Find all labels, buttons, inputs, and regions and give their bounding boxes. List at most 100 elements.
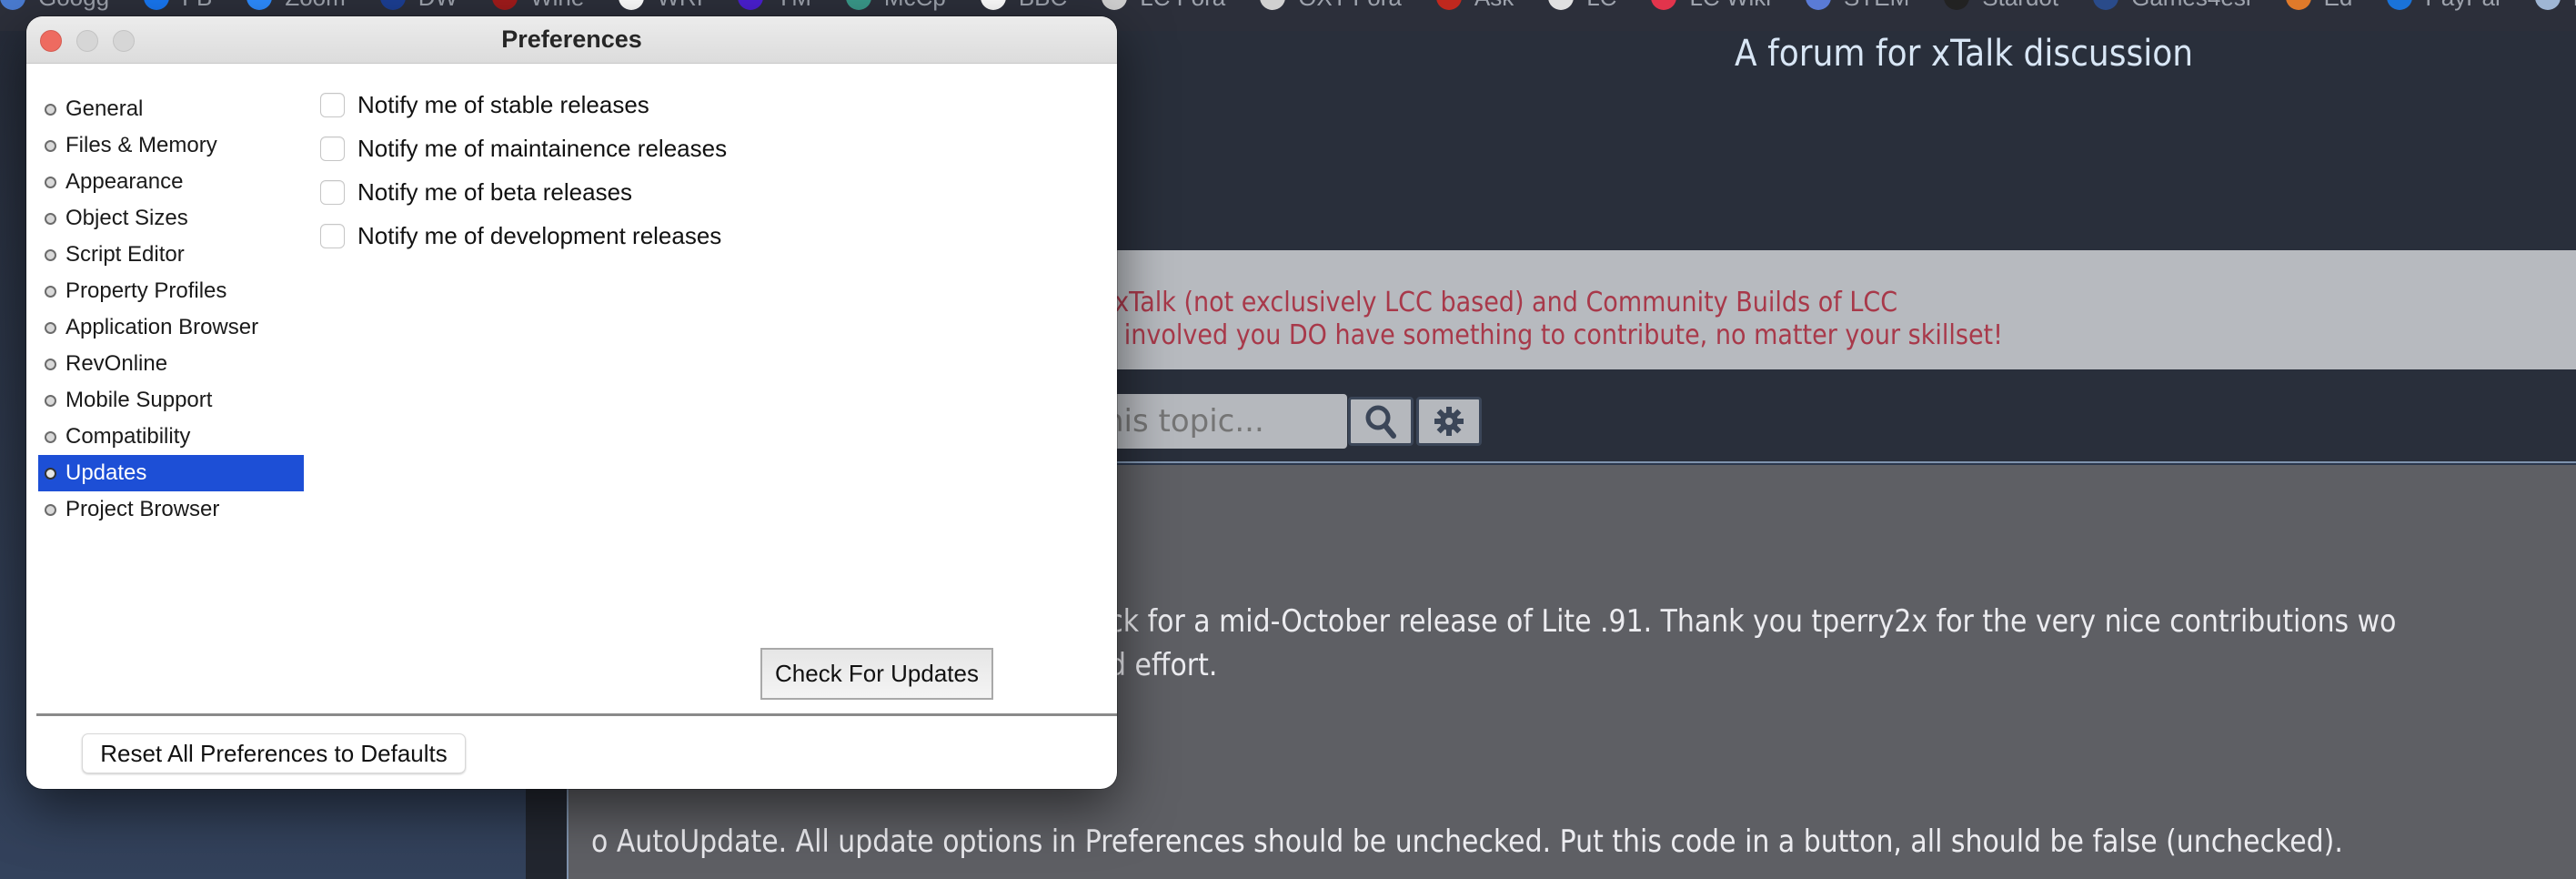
radio-bullet-icon bbox=[45, 213, 56, 225]
dialog-titlebar[interactable]: Preferences bbox=[26, 16, 1117, 64]
post-text-line-3: o AutoUpdate. All update options in Pref… bbox=[591, 823, 2343, 860]
bookmark-googg[interactable]: Googg bbox=[0, 0, 109, 10]
bookmark-label: LC Wiki bbox=[1689, 0, 1771, 9]
bookmark-ym[interactable]: YM bbox=[737, 0, 811, 10]
dw-icon bbox=[379, 0, 406, 10]
radio-bullet-icon bbox=[45, 395, 56, 407]
radio-bullet-icon bbox=[45, 322, 56, 334]
topic-search-input[interactable] bbox=[1092, 394, 1346, 449]
lc-icon bbox=[1548, 0, 1575, 10]
nav-item-compatibility[interactable]: Compatibility bbox=[38, 419, 304, 455]
radio-bullet-icon bbox=[45, 468, 56, 480]
radio-bullet-icon bbox=[45, 431, 56, 443]
games4esl-icon bbox=[2093, 0, 2119, 10]
nav-item-files-memory[interactable]: Files & Memory bbox=[38, 127, 304, 164]
lc-wiki-icon bbox=[1651, 0, 1677, 10]
update-option[interactable]: Notify me of maintainence releases bbox=[320, 126, 727, 170]
bookmark-label: FB bbox=[182, 0, 212, 9]
radio-bullet-icon bbox=[45, 177, 56, 188]
banner-line-2: et involved you DO have something to con… bbox=[1092, 319, 2003, 351]
dialog-title: Preferences bbox=[501, 25, 642, 53]
checkbox[interactable] bbox=[320, 92, 345, 117]
bookmark-label: STEM bbox=[1844, 0, 1909, 9]
bookmark-enliel[interactable]: Enliel bbox=[2534, 0, 2576, 10]
nav-item-object-sizes[interactable]: Object Sizes bbox=[38, 200, 304, 237]
bookmark-wri[interactable]: WRI bbox=[619, 0, 703, 10]
zoom-icon bbox=[247, 0, 273, 10]
search-button[interactable] bbox=[1348, 397, 1414, 446]
nav-item-property-profiles[interactable]: Property Profiles bbox=[38, 273, 304, 309]
stardot-icon bbox=[1944, 0, 1970, 10]
reset-preferences-button[interactable]: Reset All Preferences to Defaults bbox=[82, 733, 466, 773]
bookmark-label: OXT Fora bbox=[1298, 0, 1402, 9]
paypal-icon bbox=[2387, 0, 2413, 10]
update-option[interactable]: Notify me of beta releases bbox=[320, 170, 727, 214]
nav-item-label: Appearance bbox=[65, 169, 184, 194]
bookmark-wine[interactable]: Wine bbox=[492, 0, 584, 10]
bookmark-label: PayPal bbox=[2425, 0, 2500, 9]
nav-item-label: Object Sizes bbox=[65, 206, 188, 230]
option-label: Notify me of beta releases bbox=[357, 177, 633, 206]
nav-item-label: Project Browser bbox=[65, 497, 220, 521]
checkbox[interactable] bbox=[320, 136, 345, 161]
bookmark-zoom[interactable]: Zoom bbox=[247, 0, 346, 10]
update-option[interactable]: Notify me of stable releases bbox=[320, 83, 727, 126]
nav-item-updates[interactable]: Updates bbox=[38, 455, 304, 491]
bookmark-games4esl[interactable]: Games4esl bbox=[2093, 0, 2251, 10]
nav-item-project-browser[interactable]: Project Browser bbox=[38, 491, 304, 528]
facebook-icon bbox=[144, 0, 170, 10]
nav-item-appearance[interactable]: Appearance bbox=[38, 164, 304, 200]
gear-icon bbox=[1434, 407, 1464, 436]
nav-item-revonline[interactable]: RevOnline bbox=[38, 346, 304, 382]
update-options: Notify me of stable releases Notify me of… bbox=[320, 83, 727, 258]
bookmark-label: DW bbox=[418, 0, 458, 9]
bookmark-stem[interactable]: STEM bbox=[1806, 0, 1909, 10]
topic-tools-button[interactable] bbox=[1416, 397, 1482, 446]
ask-icon bbox=[1435, 0, 1462, 10]
preferences-dialog: Preferences General Files & Memory Appeara… bbox=[26, 16, 1117, 789]
bookmark-label: Games4esl bbox=[2131, 0, 2251, 9]
bookmark-oxt-fora[interactable]: OXT Fora bbox=[1260, 0, 1402, 10]
bookmark-label: Wine bbox=[530, 0, 584, 9]
radio-bullet-icon bbox=[45, 286, 56, 298]
bookmark-paypal[interactable]: PayPal bbox=[2387, 0, 2501, 10]
nav-item-label: Script Editor bbox=[65, 242, 185, 267]
checkbox[interactable] bbox=[320, 179, 345, 205]
nav-item-application-browser[interactable]: Application Browser bbox=[38, 309, 304, 346]
bookmark-bbc[interactable]: BBC bbox=[980, 0, 1067, 10]
mccp-icon bbox=[845, 0, 871, 10]
bookmark-lc-fora[interactable]: LC Fora bbox=[1102, 0, 1225, 10]
bbc-icon bbox=[980, 0, 1006, 10]
nav-item-general[interactable]: General bbox=[38, 91, 304, 127]
option-label: Notify me of development releases bbox=[357, 221, 722, 249]
bookmark-lc[interactable]: LC bbox=[1548, 0, 1616, 10]
search-icon bbox=[1365, 405, 1396, 439]
bookmark-label: LC Fora bbox=[1140, 0, 1225, 9]
bookmark-mccp[interactable]: McCp bbox=[845, 0, 946, 10]
wordpress-icon bbox=[2534, 0, 2561, 10]
forum-tagline: A forum for xTalk discussion bbox=[1735, 33, 2194, 75]
nav-item-script-editor[interactable]: Script Editor bbox=[38, 237, 304, 273]
lc-fora-icon bbox=[1102, 0, 1128, 10]
bookmark-label: Ed bbox=[2324, 0, 2353, 9]
option-label: Notify me of stable releases bbox=[357, 90, 649, 118]
checkbox[interactable] bbox=[320, 223, 345, 248]
nav-item-label: Mobile Support bbox=[65, 388, 213, 412]
bookmark-label: Googg bbox=[38, 0, 109, 9]
update-option[interactable]: Notify me of development releases bbox=[320, 214, 727, 258]
bookmark-dw[interactable]: DW bbox=[379, 0, 458, 10]
bookmark-label: McCp bbox=[884, 0, 946, 9]
nav-item-mobile-support[interactable]: Mobile Support bbox=[38, 382, 304, 419]
bookmark-fb[interactable]: FB bbox=[144, 0, 212, 10]
bookmark-lc-wiki[interactable]: LC Wiki bbox=[1651, 0, 1771, 10]
bookmark-ed[interactable]: Ed bbox=[2285, 0, 2353, 10]
post-text-line-1: ack for a mid-October release of Lite .9… bbox=[1092, 603, 2397, 640]
nav-item-label: Compatibility bbox=[65, 424, 191, 449]
bookmark-ask[interactable]: Ask bbox=[1435, 0, 1514, 10]
bookmark-label: Ask bbox=[1474, 0, 1514, 9]
radio-bullet-icon bbox=[45, 249, 56, 261]
google-icon bbox=[0, 0, 25, 10]
bookmark-stardot[interactable]: Stardot bbox=[1944, 0, 2058, 10]
nav-item-label: Property Profiles bbox=[65, 278, 227, 303]
check-for-updates-button[interactable]: Check For Updates bbox=[760, 648, 993, 700]
